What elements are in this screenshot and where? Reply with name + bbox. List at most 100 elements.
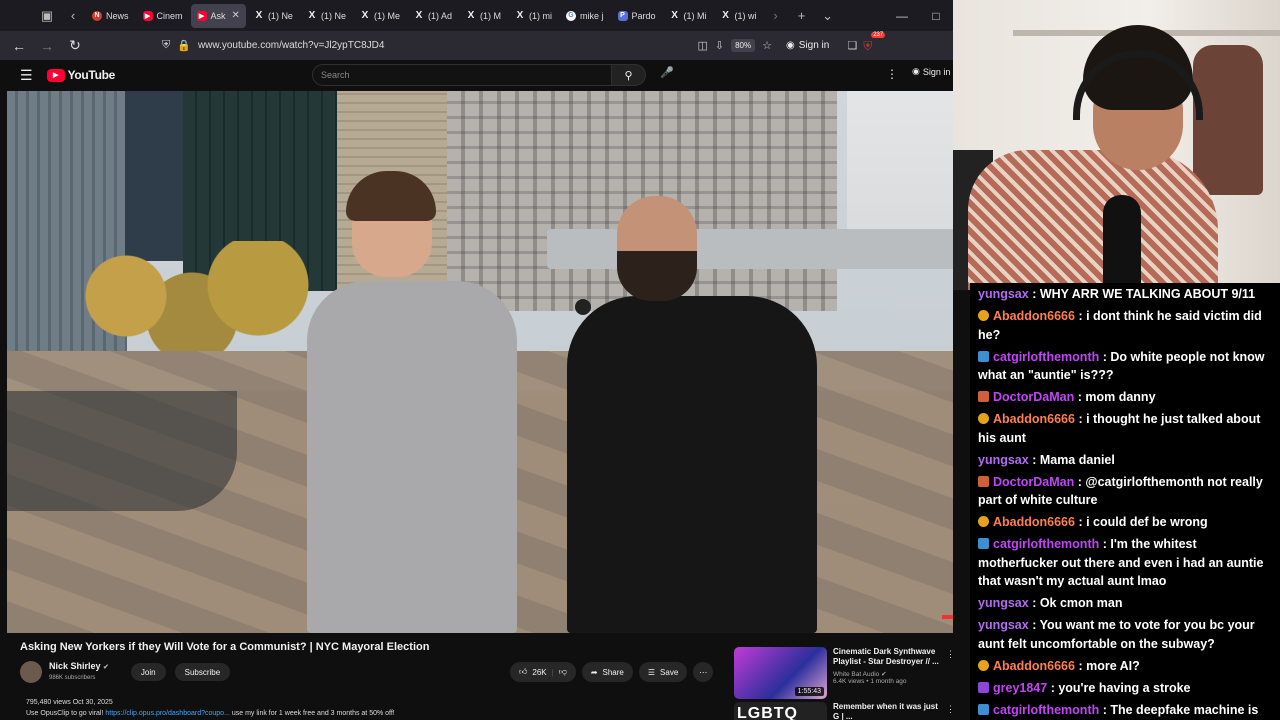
share-button[interactable]: ➦ Share xyxy=(581,662,633,682)
chat-username[interactable]: yungsax xyxy=(978,618,1029,632)
tab-9[interactable]: Gmike j xyxy=(560,4,610,28)
recommendation-channel: White Bat Audio ✔ xyxy=(833,670,943,678)
chat-username[interactable]: yungsax xyxy=(978,287,1029,301)
bookmark-star-icon[interactable]: ☆ xyxy=(762,39,772,52)
save-label: Save xyxy=(660,667,679,677)
reload-icon[interactable]: ↻ xyxy=(64,35,86,57)
recommendation-item[interactable]: LGBTQ Remember when it was just G | ... … xyxy=(734,702,953,720)
ublock-icon[interactable]: ⛨ 237 xyxy=(863,31,886,55)
tab-0[interactable]: N News xyxy=(86,4,135,28)
recommendation-more-icon[interactable]: ⋮ xyxy=(946,649,953,660)
account-sign-in[interactable]: ◉ Sign in xyxy=(786,40,829,51)
picture-in-picture-icon[interactable]: ◫ xyxy=(697,39,707,52)
maximize-icon[interactable]: □ xyxy=(919,9,953,23)
tab-5[interactable]: X (1) Me xyxy=(354,4,406,28)
chat-username[interactable]: Abaddon6666 xyxy=(993,659,1075,673)
tab-4[interactable]: X (1) Ne xyxy=(301,4,352,28)
recommendation-more-icon[interactable]: ⋮ xyxy=(946,704,953,715)
chat-separator: : xyxy=(1074,515,1087,529)
shield-icon[interactable]: ⛨ xyxy=(162,39,170,52)
description-preview[interactable]: Use OpusClip to go viral! https://clip.o… xyxy=(26,710,395,717)
chat-username[interactable]: Abaddon6666 xyxy=(993,309,1075,323)
new-tab-icon[interactable]: + xyxy=(789,0,815,31)
youtube-masthead: ☰ ▶ YouTube Search ⚲ 🎤 ⋮ ◉ Sign in xyxy=(0,60,953,90)
extensions-icon[interactable]: ❏ xyxy=(847,39,857,52)
channel-name-text[interactable]: Nick Shirley xyxy=(49,661,101,671)
news-icon: N xyxy=(92,10,102,21)
chat-username[interactable]: grey1847 xyxy=(993,681,1047,695)
tab-label: (1) Mi xyxy=(683,10,707,21)
chat-message: grey1847 : you're having a stroke xyxy=(978,679,1274,698)
tab-8[interactable]: X (1) mi xyxy=(509,4,558,28)
tab-overview-icon[interactable]: ▣ xyxy=(34,0,60,31)
user-badge-icon xyxy=(978,350,989,362)
chat-username[interactable]: Abaddon6666 xyxy=(993,515,1075,529)
recommendation-thumbnail[interactable]: LGBTQ xyxy=(734,702,827,720)
chat-username[interactable]: Abaddon6666 xyxy=(993,412,1075,426)
tab-10[interactable]: P Pardo xyxy=(612,4,662,28)
chat-message: Abaddon6666 : i could def be wrong xyxy=(978,513,1274,532)
chat-username[interactable]: DoctorDaMan xyxy=(993,390,1074,404)
recommendation-title[interactable]: Remember when it was just G | ... xyxy=(833,702,943,720)
chat-username[interactable]: DoctorDaMan xyxy=(993,475,1074,489)
chat-message: Abaddon6666 : more AI? xyxy=(978,657,1274,676)
more-actions-button[interactable]: ⋯ xyxy=(693,662,714,682)
tab-12[interactable]: X (1) wi xyxy=(715,4,763,28)
recommendation-item[interactable]: 1:55:43 Cinematic Dark Synthwave Playlis… xyxy=(734,647,953,699)
search-input[interactable]: Search xyxy=(312,64,612,86)
stream-chat: yungsax : WHY ARR WE TALKING ABOUT 9/11 A… xyxy=(970,283,1280,720)
like-button[interactable]: 👍︎ 26K | 👎︎ xyxy=(510,662,576,682)
tab-2[interactable]: ▶ Ask ✕ xyxy=(190,3,246,28)
join-button[interactable]: Join xyxy=(130,663,166,681)
tab-6[interactable]: X (1) Ad xyxy=(408,4,458,28)
subscribe-button[interactable]: Subscribe xyxy=(174,663,231,681)
chat-separator: : xyxy=(1099,537,1111,551)
chat-username[interactable]: catgirlofthemonth xyxy=(993,350,1099,364)
tab-11[interactable]: X (1) Mi xyxy=(664,4,713,28)
chat-separator: : xyxy=(1074,658,1087,673)
close-tab-icon[interactable]: ✕ xyxy=(232,10,240,21)
tab-1[interactable]: ▶ Cinem xyxy=(137,4,189,28)
tab-scroll-right-icon[interactable]: › xyxy=(763,0,789,31)
recommendation-thumbnail[interactable]: 1:55:43 xyxy=(734,647,827,699)
youtube-sign-in-label: Sign in xyxy=(922,66,951,77)
video-player[interactable] xyxy=(7,91,953,633)
chat-username[interactable]: yungsax xyxy=(978,453,1029,467)
streamer-webcam xyxy=(953,0,1280,290)
thumbs-down-icon[interactable]: 👎︎ xyxy=(559,667,567,677)
chat-username[interactable]: catgirlofthemonth xyxy=(993,703,1099,717)
youtube-logo[interactable]: ▶ YouTube xyxy=(46,68,115,82)
url-text[interactable]: www.youtube.com/watch?v=Jl2ypTC8JD4 xyxy=(198,40,691,51)
zoom-level[interactable]: 80% xyxy=(731,39,756,52)
voice-search-icon[interactable]: 🎤 xyxy=(658,66,676,84)
save-button[interactable]: ☰ Save xyxy=(638,662,688,682)
channel-avatar[interactable] xyxy=(20,661,42,683)
user-badge-icon xyxy=(978,703,989,715)
description-link[interactable]: https://clip.opus.pro/dashboard?coupo... xyxy=(105,710,230,717)
hamburger-menu-icon[interactable]: ☰ xyxy=(20,67,33,84)
minimize-icon[interactable]: — xyxy=(885,9,919,23)
channel-name[interactable]: Nick Shirley ✔ xyxy=(49,661,109,673)
tab-scroll-left-icon[interactable]: ‹ xyxy=(60,0,86,31)
tab-label: (1) Ne xyxy=(267,10,293,21)
more-options-icon[interactable]: ⋮ xyxy=(886,67,898,81)
forward-icon[interactable]: → xyxy=(36,35,58,57)
tab-label: (1) Ad xyxy=(427,10,452,21)
sky xyxy=(847,91,953,251)
search-button[interactable]: ⚲ xyxy=(611,64,646,86)
tab-3[interactable]: X (1) Ne xyxy=(248,4,299,28)
chat-separator: : xyxy=(1099,702,1111,717)
address-bar[interactable]: ⛨ 🔒 www.youtube.com/watch?v=Jl2ypTC8JD4 … xyxy=(162,35,772,57)
chat-username[interactable]: catgirlofthemonth xyxy=(993,537,1099,551)
subscriber-count: 986K subscribers xyxy=(49,675,96,681)
chat-username[interactable]: yungsax xyxy=(978,596,1029,610)
tab-7[interactable]: X (1) M xyxy=(460,4,507,28)
download-page-icon[interactable]: ⇩ xyxy=(715,39,724,52)
tab-list-icon[interactable]: ⌄ xyxy=(815,0,841,31)
back-icon[interactable]: ← xyxy=(8,35,30,57)
lock-icon[interactable]: 🔒 xyxy=(177,39,191,52)
chat-text: you're having a stroke xyxy=(1058,680,1191,695)
recommendation-title[interactable]: Cinematic Dark Synthwave Playlist - Star… xyxy=(833,647,943,667)
chat-text: more AI? xyxy=(1086,658,1140,673)
youtube-sign-in-button[interactable]: ◉ Sign in xyxy=(912,66,950,77)
